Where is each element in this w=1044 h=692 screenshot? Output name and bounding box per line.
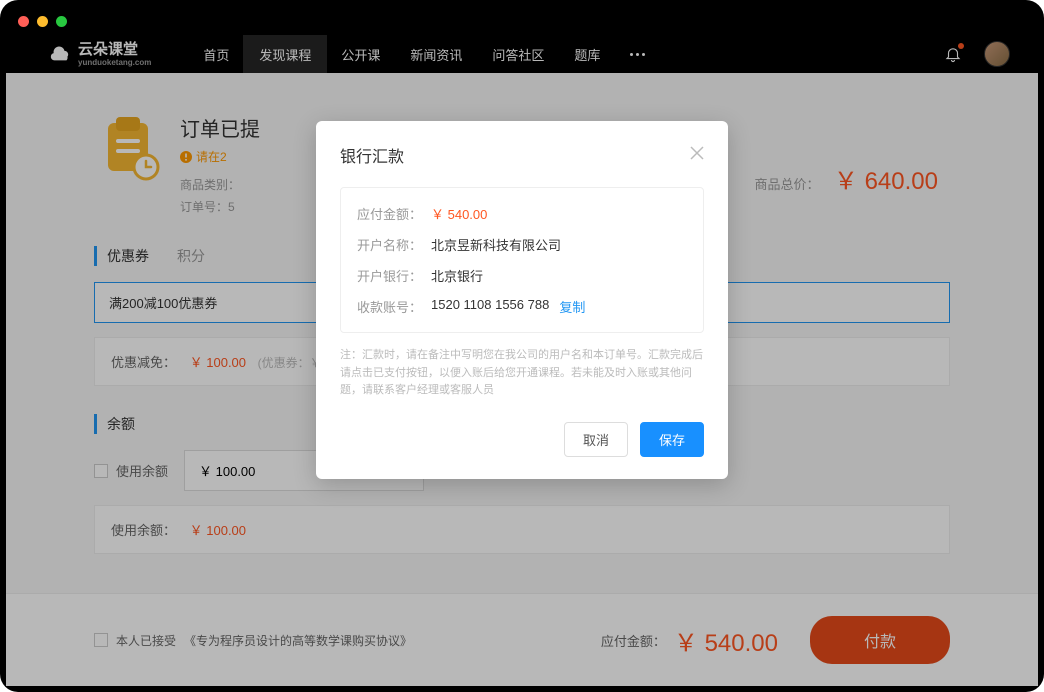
copy-account-link[interactable]: 复制: [559, 297, 585, 316]
modal-amount-label: 应付金额：: [357, 204, 431, 223]
modal-account-number-label: 收款账号：: [357, 297, 431, 316]
modal-account-name-value: 北京昱新科技有限公司: [431, 235, 561, 254]
close-icon[interactable]: [690, 146, 704, 165]
modal-bank-label: 开户银行：: [357, 266, 431, 285]
save-button[interactable]: 保存: [640, 422, 704, 457]
modal-title: 银行汇款: [340, 143, 404, 167]
modal-account-name-label: 开户名称：: [357, 235, 431, 254]
modal-amount-value: ￥ 540.00: [431, 204, 487, 223]
modal-note: 注：汇款时，请在备注中写明您在我公司的用户名和本订单号。汇款完成后请点击已支付按…: [340, 347, 704, 400]
maximize-window-icon[interactable]: [56, 16, 67, 27]
modal-account-number-value: 1520 1108 1556 788: [431, 297, 549, 316]
close-window-icon[interactable]: [18, 16, 29, 27]
minimize-window-icon[interactable]: [37, 16, 48, 27]
bank-transfer-modal: 银行汇款 应付金额： ￥ 540.00 开户名称： 北京昱新科技有限公司 开户银…: [316, 121, 728, 479]
cancel-button[interactable]: 取消: [564, 422, 628, 457]
modal-overlay[interactable]: 银行汇款 应付金额： ￥ 540.00 开户名称： 北京昱新科技有限公司 开户银…: [6, 29, 1038, 686]
modal-bank-value: 北京银行: [431, 266, 483, 285]
